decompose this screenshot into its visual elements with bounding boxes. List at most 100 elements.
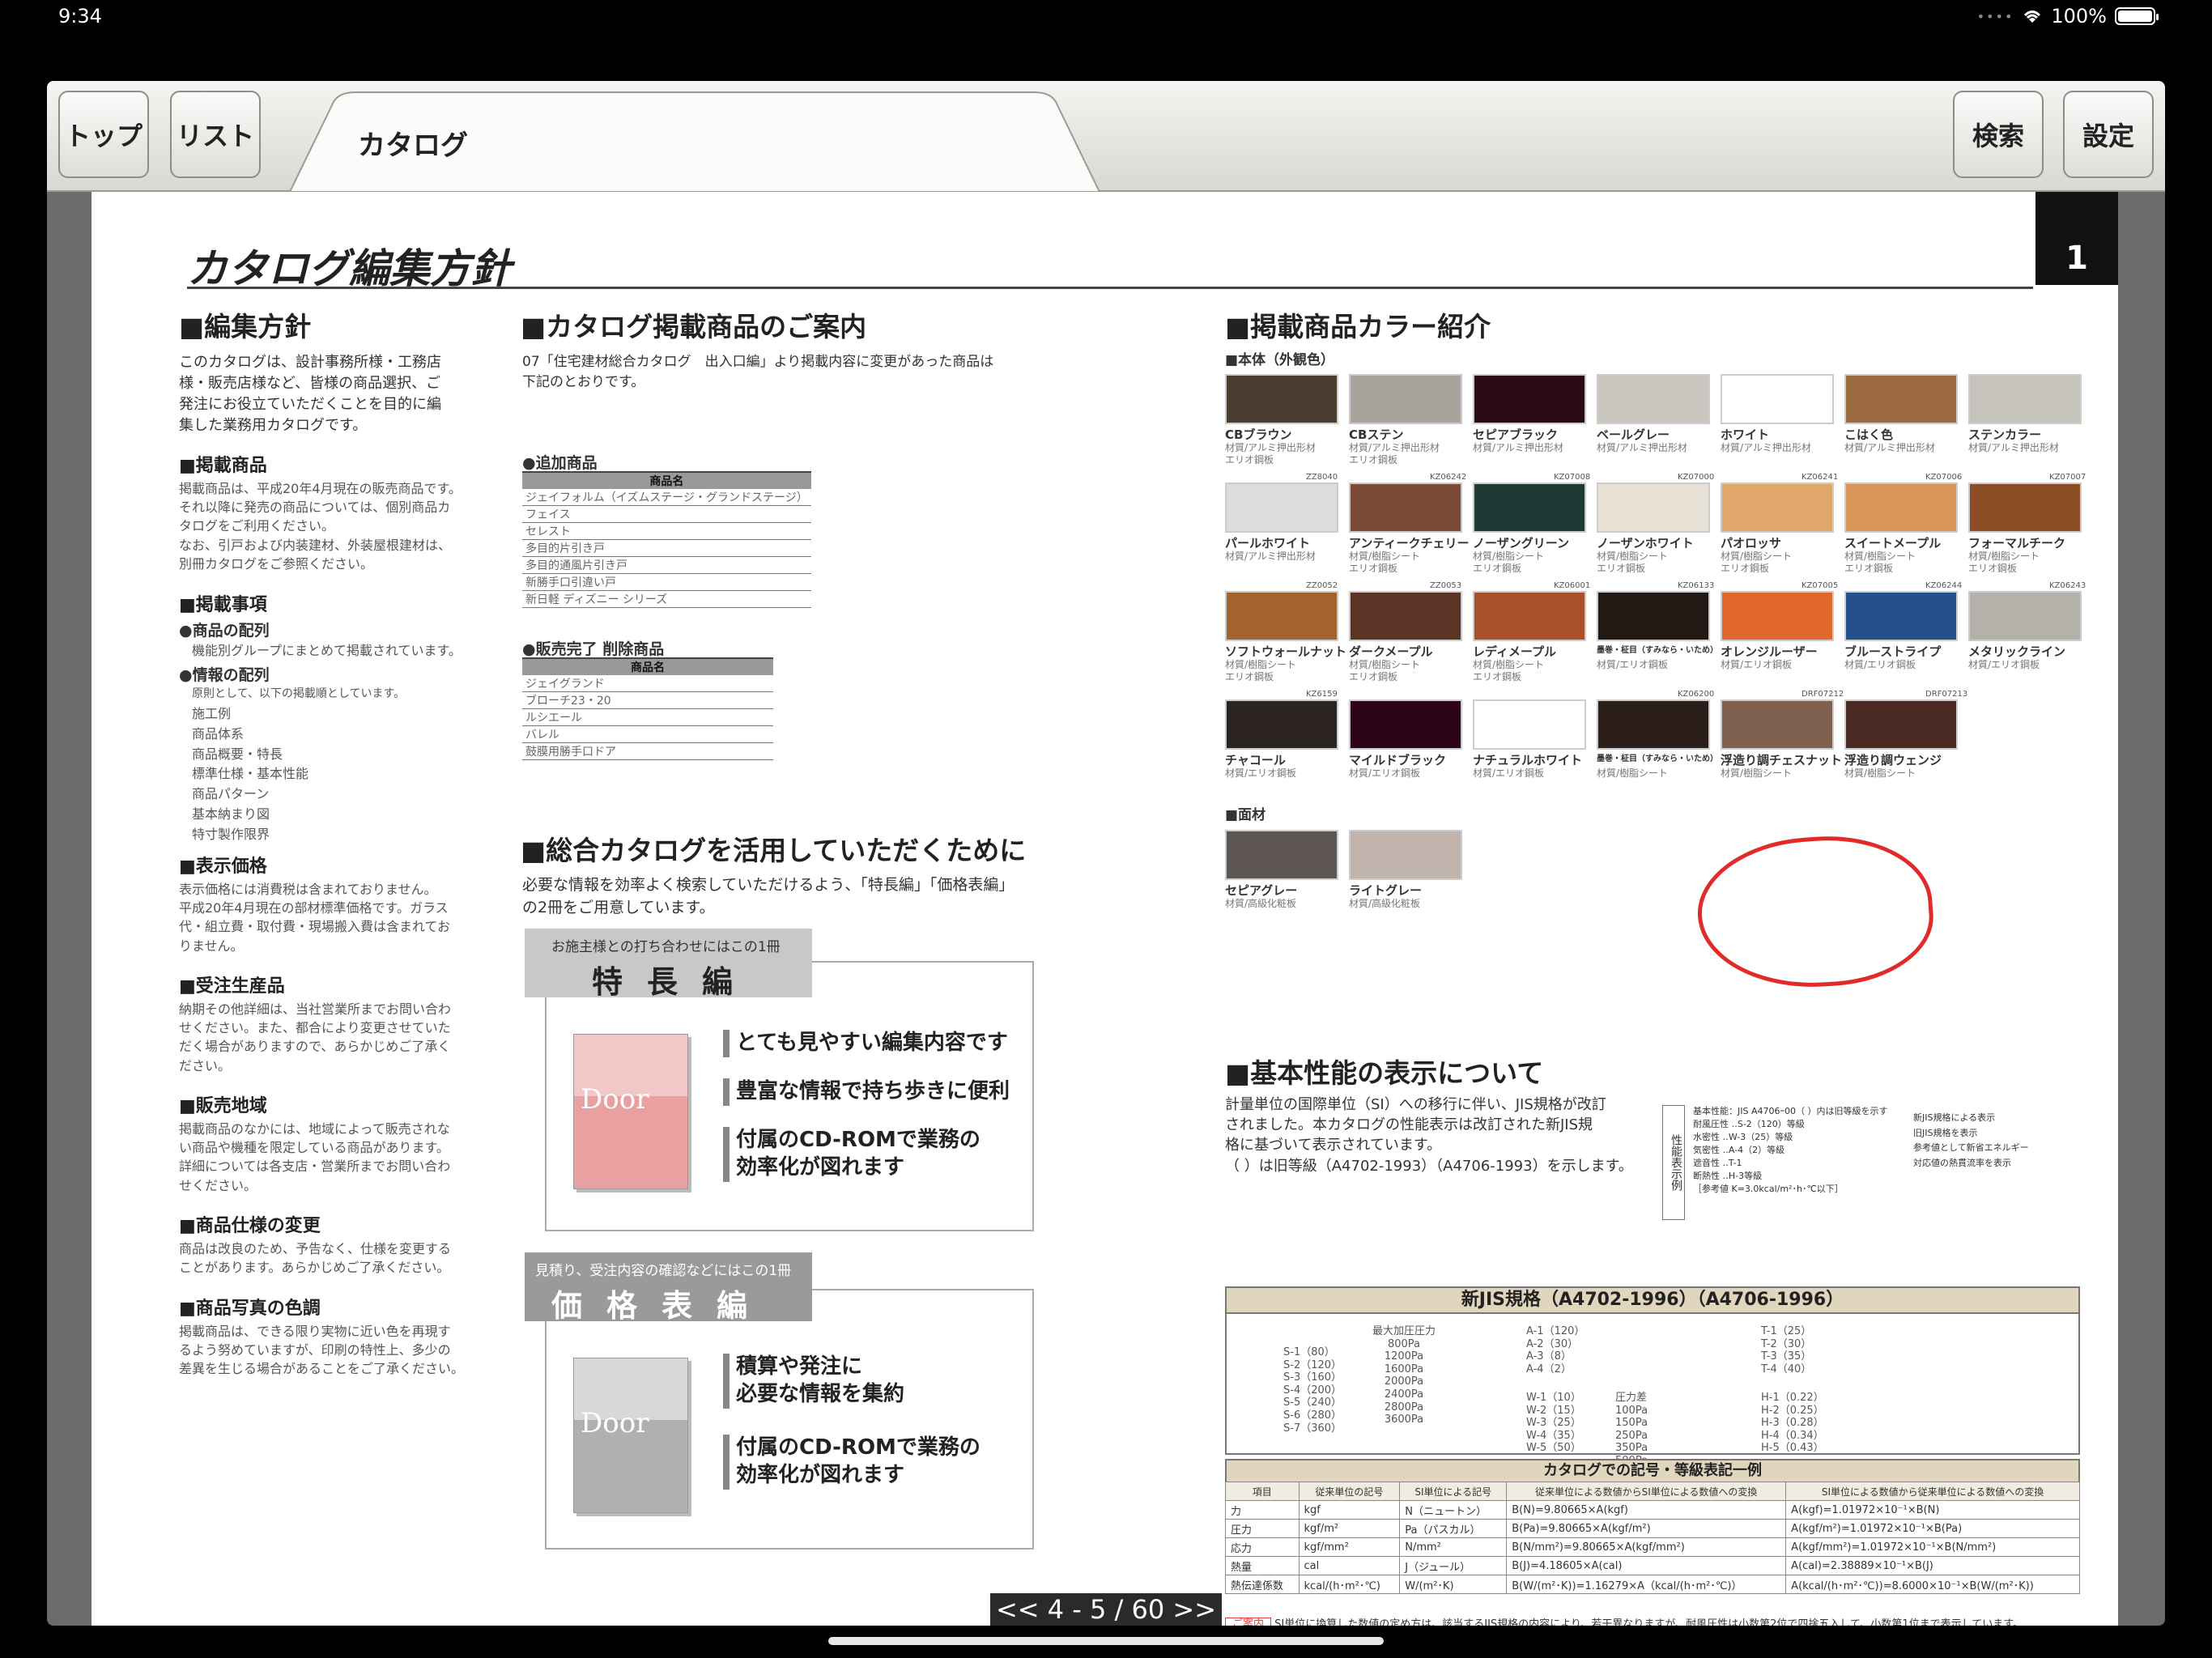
color-swatch	[1721, 591, 1834, 641]
swatch-material: 材質/樹脂シート	[1597, 767, 1669, 779]
swatch-code: ZZ0053	[1430, 581, 1462, 590]
removed-name: バレル	[522, 725, 773, 743]
heading-price: ■表示価格	[179, 857, 267, 877]
conversion-cell: N（ニュートン）	[1399, 1500, 1508, 1520]
top-button[interactable]: トップ	[58, 91, 149, 178]
info-text: 原則として、以下の掲載順としています。	[192, 687, 406, 700]
heading-added: ●追加商品	[522, 454, 598, 472]
added-table-header: 商品名	[522, 471, 811, 489]
catalog-page[interactable]: 1 カタログ編集方針 ■編集方針 このカタログは、設計事務所様・工務店 様・販売…	[91, 192, 2118, 1626]
heading-use: ■総合カタログを活用していただくために	[521, 835, 1027, 866]
policy-text: このカタログは、設計事務所様・工務店 様・販売店様など、皆様の商品選択、ご 発注…	[179, 354, 441, 435]
heading-products: ■掲載商品	[179, 456, 267, 476]
panel-swatch-material: 材質/高級化粧板	[1349, 898, 1421, 909]
heading-spec-change: ■商品仕様の変更	[179, 1216, 321, 1236]
swatch-name: CBブラウン	[1225, 427, 1292, 442]
added-row: 新勝手口引違い戸	[522, 573, 811, 591]
jis-sound-grades: T-1（25） T-2（30） T-3（35） T-4（40）	[1761, 1325, 1812, 1375]
color-swatch	[1349, 483, 1462, 533]
conversion-cell: A(kcal/(h･m²･℃))=8.6000×10⁻¹×B(W/(m²･K))	[1785, 1575, 2080, 1594]
page-navigator[interactable]: << 4 - 5 / 60 >>	[990, 1593, 1222, 1626]
removed-name: ジェイグランド	[522, 675, 773, 692]
swatch-material: 材質/アルミ押出形材 エリオ鋼板	[1225, 442, 1316, 466]
feature-point-3: 付属のCD-ROMで業務の 効率化が図れます	[723, 1127, 981, 1182]
heading-guide: ■カタログ掲載商品のご案内	[521, 311, 867, 342]
feature-book-image: Door	[573, 1034, 688, 1189]
removed-table-header: 商品名	[522, 657, 773, 675]
feature-point-2: 豊富な情報で持ち歩きに便利	[723, 1078, 1010, 1106]
conversion-cell: Pa（パスカル）	[1399, 1519, 1508, 1538]
swatch-code: DRF07213	[1925, 690, 1968, 699]
added-row: 新日軽 ディズニー シリーズ	[522, 590, 811, 608]
photo-text: 掲載商品は、できる限り実物に近い色を再現す るよう努めていますが、印刷の特性上、…	[179, 1324, 465, 1377]
swatch-name: マイルドブラック	[1349, 753, 1447, 767]
added-name: ジェイフォルム（イズムステージ・グランドステージ）	[522, 489, 811, 506]
tab-catalog[interactable]: カタログ	[290, 91, 1100, 192]
color-swatch	[1225, 591, 1338, 641]
added-row: フェイス	[522, 505, 811, 523]
color-swatch	[1968, 483, 2082, 533]
swatch-material: 材質/樹脂シート エリオ鋼板	[1597, 551, 1669, 574]
heading-info: ●情報の配列	[179, 666, 270, 684]
swatch-code: KZ07000	[1678, 473, 1715, 482]
settings-button[interactable]: 設定	[2063, 91, 2154, 178]
jis-table-title: 新JIS規格（A4702-1996）（A4706-1996）	[1225, 1286, 2080, 1314]
conversion-header-cell: SI単位による記号	[1399, 1482, 1508, 1501]
swatch-material: 材質/樹脂シート エリオ鋼板	[1721, 551, 1793, 574]
swatch-material: 材質/樹脂シート エリオ鋼板	[1844, 551, 1916, 574]
color-swatch	[1225, 374, 1338, 424]
added-name: セレスト	[522, 522, 811, 540]
color-swatch	[1473, 699, 1586, 750]
legend-lines: 基本性能：JIS A4706ｰ00（ ）内は旧等級を示す 耐風圧性 ‥S-2（1…	[1693, 1106, 1888, 1194]
removed-row: 鼓膜用勝手口ドア	[522, 742, 773, 760]
color-swatch	[1473, 591, 1586, 641]
area-text: 掲載商品のなかには、地域によって販売されな い商品や機種を限定している商品があり…	[179, 1121, 451, 1193]
swatch-name: セピアブラック	[1473, 427, 1559, 442]
performance-text: 計量単位の国際単位（SI）への移行に伴い、JIS規格が改訂 されました。本カタロ…	[1225, 1096, 1633, 1175]
swatch-name: レディメープル	[1473, 644, 1557, 659]
color-swatch	[1349, 374, 1462, 424]
panel-swatch	[1225, 830, 1338, 880]
swatch-material: 材質/エリオ鋼板	[1597, 659, 1669, 670]
color-swatch	[1349, 591, 1462, 641]
jis-table: 新JIS規格（A4702-1996）（A4706-1996） S-1（80） S…	[1225, 1286, 2080, 1467]
jis-table-body: S-1（80） S-2（120） S-3（160） S-4（200） S-5（2…	[1225, 1314, 2080, 1467]
added-name: 多目的片引き戸	[522, 539, 811, 557]
search-button[interactable]: 検索	[1953, 91, 2044, 178]
swatch-name: ノーザングリーン	[1473, 536, 1569, 551]
swatch-name: ホワイト	[1721, 427, 1770, 442]
swatch-material: 材質/樹脂シート エリオ鋼板	[1349, 659, 1421, 682]
status-right: •••• 100%	[1977, 5, 2159, 28]
swatch-material: 材質/アルミ押出形材	[1968, 442, 2059, 453]
conversion-cell: B(N)=9.80665×A(kgf)	[1506, 1500, 1787, 1520]
order-made-text: 納期その他詳細は、当社営業所までお問い合わ せください。また、都合により変更させ…	[179, 1001, 452, 1073]
list-button[interactable]: リスト	[170, 91, 261, 178]
heading-panel: ■面材	[1225, 807, 1266, 823]
panel-swatch-name: セピアグレー	[1225, 883, 1298, 898]
color-swatch	[1968, 591, 2082, 641]
conversion-header-cell: 従来単位の記号	[1298, 1482, 1401, 1501]
conversion-table: 項目 従来単位の記号 SI単位による記号 従来単位による数値からSI単位による数値への…	[1225, 1482, 2080, 1594]
red-annotation-circle	[1692, 829, 1938, 995]
page-number: 1	[2035, 192, 2118, 285]
conversion-cell: 圧力	[1225, 1519, 1300, 1538]
jis-water-pressure: 圧力差 100Pa 150Pa 250Pa 350Pa 500Pa	[1615, 1392, 1648, 1467]
conversion-cell: A(kgf)=1.01972×10⁻¹×B(N)	[1785, 1500, 2080, 1520]
color-swatch	[1597, 483, 1710, 533]
removed-row: ルシエール	[522, 708, 773, 726]
swatch-name: オレンジルーザー	[1721, 644, 1818, 659]
color-swatch	[1721, 483, 1834, 533]
home-indicator[interactable]	[828, 1637, 1384, 1645]
swatch-name: こはく色	[1844, 427, 1894, 442]
title-rule	[187, 287, 2033, 289]
panel-swatch-material: 材質/高級化粧板	[1225, 898, 1297, 909]
added-row: 多目的通風片引き戸	[522, 556, 811, 574]
color-swatch	[1721, 699, 1834, 750]
swatch-material: 材質/アルミ押出形材	[1844, 442, 1935, 453]
swatch-material: 材質/アルミ押出形材	[1473, 442, 1563, 453]
color-swatch	[1597, 374, 1710, 424]
added-row: セレスト	[522, 522, 811, 540]
price-point-1: 積算や発注に 必要な情報を集約	[723, 1354, 904, 1409]
swatch-name: ベールグレー	[1597, 427, 1670, 442]
color-swatch	[1225, 483, 1338, 533]
